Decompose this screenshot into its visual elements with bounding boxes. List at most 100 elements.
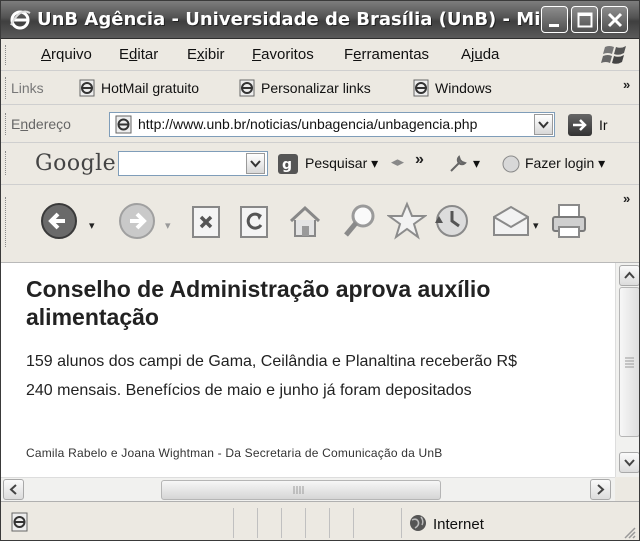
google-search-input[interactable] (118, 151, 268, 176)
menu-ajuda[interactable]: Ajuda (461, 46, 499, 63)
horizontal-scrollbar[interactable] (1, 477, 615, 501)
status-cell (233, 508, 234, 538)
google-toolbar: Google g Pesquisar ▾ ◂▸ » ▾ Fazer login … (1, 143, 639, 185)
scroll-right-button[interactable] (590, 479, 611, 500)
links-label: Links (11, 80, 44, 96)
scroll-corner (615, 477, 639, 501)
chevron-down-icon (538, 121, 549, 129)
address-input[interactable]: http://www.unb.br/noticias/unbagencia/un… (109, 112, 555, 137)
forward-icon[interactable] (117, 201, 157, 241)
status-bar: Internet (1, 501, 639, 540)
print-icon[interactable] (549, 203, 589, 239)
chevron-down-icon (250, 160, 261, 168)
grip-lines-icon (625, 357, 634, 368)
wrench-icon[interactable] (447, 153, 469, 175)
security-zone[interactable]: Internet (409, 514, 484, 533)
windows-logo-icon (601, 46, 626, 64)
maximize-icon (577, 12, 593, 28)
ie-page-icon (239, 79, 255, 97)
toolbar-grip[interactable] (5, 77, 8, 99)
google-search-button[interactable]: Pesquisar ▾ (305, 155, 378, 172)
chevron-right-icon (597, 484, 605, 495)
status-cell (353, 508, 354, 538)
chevron-down-icon (624, 459, 635, 467)
grip-lines-icon (293, 486, 304, 494)
chevron-left-icon (9, 484, 17, 495)
toolbar-grip[interactable] (5, 151, 8, 175)
address-url: http://www.unb.br/noticias/unbagencia/un… (138, 116, 478, 132)
horizontal-scroll-thumb[interactable] (161, 480, 441, 500)
mail-dropdown[interactable]: ▾ (533, 219, 539, 232)
search-icon[interactable] (341, 201, 381, 241)
article-headline[interactable]: Conselho de Administração aprova auxílio… (26, 275, 606, 331)
back-dropdown[interactable]: ▾ (89, 219, 95, 232)
link-windows[interactable]: Windows (411, 79, 492, 97)
go-label[interactable]: Ir (599, 117, 608, 133)
arrows-icon: ◂▸ (391, 154, 405, 169)
toolbar-more-icon[interactable]: » (623, 191, 630, 206)
resize-grip-icon[interactable] (623, 526, 637, 540)
stop-icon[interactable] (191, 205, 223, 239)
ie-page-icon (413, 79, 429, 97)
history-icon[interactable] (431, 201, 471, 241)
ie-page-icon (11, 512, 28, 532)
menu-arquivo[interactable]: Arquivo (41, 46, 92, 63)
menu-editar[interactable]: Editar (119, 46, 158, 63)
link-personalizar[interactable]: Personalizar links (237, 79, 371, 97)
ie-page-icon (79, 79, 95, 97)
back-icon[interactable] (39, 201, 79, 241)
article-byline: Camila Rabelo e Joana Wightman - Da Secr… (26, 446, 443, 460)
google-search-dropdown[interactable] (246, 153, 265, 174)
mail-icon[interactable] (491, 203, 531, 239)
chevron-up-icon (624, 271, 635, 279)
links-bar: Links HotMail gratuito Personalizar link… (1, 71, 639, 105)
vertical-scrollbar[interactable] (615, 263, 639, 477)
maximize-button[interactable] (571, 6, 598, 33)
toolbar-grip[interactable] (5, 197, 8, 247)
google-login-button[interactable]: Fazer login ▾ (525, 155, 605, 172)
links-chevron-icon[interactable]: » (623, 77, 630, 92)
title-bar[interactable]: UnB Agência - Universidade de Brasília (… (1, 1, 639, 39)
address-bar: Endereço http://www.unb.br/noticias/unba… (1, 105, 639, 143)
menu-ferramentas[interactable]: Ferramentas (344, 46, 429, 63)
window-title: UnB Agência - Universidade de Brasília (… (37, 9, 539, 30)
menu-favoritos[interactable]: Favoritos (252, 46, 314, 63)
minimize-button[interactable] (541, 6, 568, 33)
scroll-down-button[interactable] (619, 452, 639, 473)
menu-bar: Arquivo Editar Exibir Favoritos Ferramen… (1, 39, 639, 71)
close-icon (607, 12, 623, 28)
google-g-icon: g (278, 154, 298, 174)
standard-toolbar: ▾ ▾ ▾ » (1, 185, 639, 263)
wrench-dropdown[interactable]: ▾ (473, 155, 480, 172)
status-cell (281, 508, 282, 538)
svg-text:g: g (282, 157, 292, 173)
article-lead: 159 alunos dos campi de Gama, Ceilândia … (26, 353, 517, 399)
login-circle-icon (502, 155, 520, 173)
globe-icon (410, 515, 426, 531)
browser-window: UnB Agência - Universidade de Brasília (… (0, 0, 640, 541)
status-cell (257, 508, 258, 538)
forward-dropdown[interactable]: ▾ (165, 219, 171, 232)
google-logo[interactable]: Google (35, 151, 116, 176)
status-cell (401, 508, 402, 538)
more-chevron-icon[interactable]: » (415, 151, 424, 169)
close-button[interactable] (601, 6, 628, 33)
ie-page-icon (115, 115, 132, 134)
scroll-up-button[interactable] (619, 265, 639, 286)
link-hotmail[interactable]: HotMail gratuito (77, 79, 199, 97)
favorites-icon[interactable] (387, 201, 427, 241)
go-button[interactable] (568, 114, 592, 136)
vertical-scroll-thumb[interactable] (619, 287, 639, 437)
toolbar-grip[interactable] (5, 113, 8, 135)
minimize-icon (549, 24, 559, 27)
refresh-icon[interactable] (239, 205, 271, 239)
home-icon[interactable] (285, 201, 325, 241)
page-content: Conselho de Administração aprova auxílio… (1, 263, 615, 477)
status-cell (305, 508, 306, 538)
address-label: Endereço (11, 116, 71, 132)
address-dropdown-button[interactable] (534, 114, 553, 135)
go-arrow-icon (573, 119, 587, 131)
menu-exibir[interactable]: Exibir (187, 46, 225, 63)
toolbar-grip[interactable] (5, 45, 8, 65)
scroll-left-button[interactable] (3, 479, 24, 500)
